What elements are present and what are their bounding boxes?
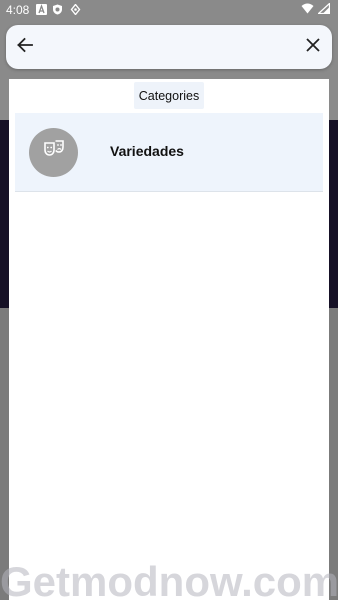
back-button[interactable]	[14, 36, 36, 58]
theater-masks-icon	[43, 140, 65, 165]
status-time: 4:08	[6, 3, 30, 17]
close-icon	[305, 37, 321, 58]
search-bar	[6, 25, 332, 69]
clear-button[interactable]	[302, 36, 324, 58]
arrow-back-icon	[16, 36, 34, 59]
search-input[interactable]	[48, 33, 292, 63]
categories-header: Categories	[134, 82, 204, 109]
signal-icon	[316, 2, 331, 17]
watermark: Getmodnow.com	[0, 558, 338, 600]
font-icon	[36, 4, 47, 15]
result-label: Variedades	[110, 143, 184, 159]
status-bar: 4:08	[0, 0, 338, 20]
result-item-variedades[interactable]: Variedades	[15, 113, 323, 192]
category-avatar	[29, 128, 78, 177]
wifi-icon	[301, 3, 314, 17]
shield-icon	[52, 4, 63, 15]
location-icon	[70, 3, 81, 16]
results-panel: Categories Variedades	[9, 79, 329, 600]
